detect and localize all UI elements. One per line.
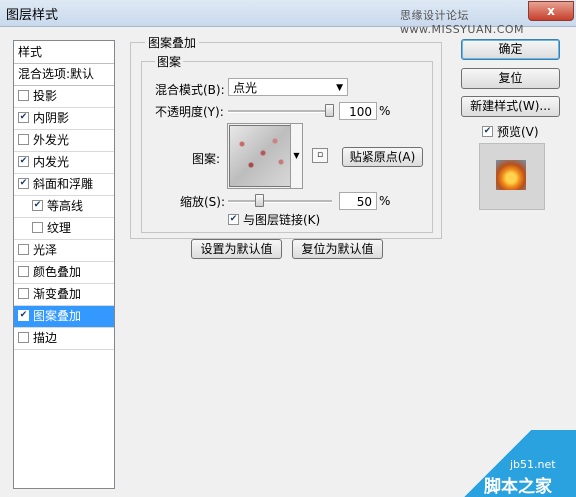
style-item[interactable]: 渐变叠加 <box>14 284 114 306</box>
blend-mode-value: 点光 <box>233 81 258 95</box>
window-title: 图层样式 <box>6 8 59 23</box>
pattern-label: 图案: <box>192 152 221 166</box>
snap-to-origin-button[interactable]: 贴紧原点(A) <box>342 147 423 167</box>
scale-slider-thumb[interactable] <box>255 194 265 207</box>
style-item[interactable]: 光泽 <box>14 240 114 262</box>
ok-label: 确定 <box>498 42 523 56</box>
scale-input[interactable]: 50 <box>339 192 377 210</box>
style-item-label: 等高线 <box>47 199 84 213</box>
new-style-button[interactable]: 新建样式(W)... <box>461 96 560 117</box>
blending-options-item[interactable]: 混合选项:默认 <box>14 64 114 86</box>
scale-slider-track[interactable] <box>228 200 332 203</box>
opacity-slider-thumb[interactable] <box>325 104 334 117</box>
watermark-site: jb51.net <box>510 458 556 471</box>
preview-label: 预览(V) <box>497 125 539 139</box>
preview-thumbnail <box>496 160 526 190</box>
group-title: 图案叠加 <box>145 34 200 51</box>
styles-list: 样式 混合选项:默认 投影内阴影外发光内发光斜面和浮雕等高线纹理光泽颜色叠加渐变… <box>13 40 115 489</box>
reset-to-default-button[interactable]: 复位为默认值 <box>292 239 383 259</box>
style-item[interactable]: 内阴影 <box>14 108 114 130</box>
close-button[interactable]: x <box>528 1 574 21</box>
style-item-label: 外发光 <box>33 133 70 147</box>
link-with-layer-label: 与图层链接(K) <box>243 213 321 227</box>
subgroup-title: 图案 <box>155 53 184 70</box>
style-item-label: 内发光 <box>33 155 70 169</box>
opacity-unit: % <box>379 104 391 118</box>
scale-unit: % <box>379 194 391 208</box>
style-item-checkbox[interactable] <box>18 288 29 299</box>
title-bar: 图层样式 思缘设计论坛 www.MISSYUAN.COM x <box>0 0 576 36</box>
new-preset-icon[interactable]: ▫ <box>312 148 328 163</box>
pattern-swatch[interactable] <box>229 125 291 187</box>
style-item-checkbox[interactable] <box>18 156 29 167</box>
style-item[interactable]: 图案叠加 <box>14 306 114 328</box>
new-style-label: 新建样式(W)... <box>470 99 551 113</box>
style-item[interactable]: 斜面和浮雕 <box>14 174 114 196</box>
pattern-dropdown-icon[interactable]: ▼ <box>290 123 303 189</box>
watermark-name: 脚本之家 <box>484 477 552 497</box>
style-item-checkbox[interactable] <box>18 310 29 321</box>
make-default-button[interactable]: 设置为默认值 <box>191 239 282 259</box>
link-with-layer-checkbox[interactable] <box>228 214 239 225</box>
opacity-slider-track[interactable] <box>228 110 332 113</box>
style-item[interactable]: 等高线 <box>14 196 114 218</box>
style-item-checkbox[interactable] <box>18 90 29 101</box>
make-default-label: 设置为默认值 <box>200 242 273 256</box>
styles-header[interactable]: 样式 <box>14 41 114 64</box>
style-item[interactable]: 外发光 <box>14 130 114 152</box>
chevron-down-icon: ▼ <box>336 83 343 93</box>
style-item[interactable]: 颜色叠加 <box>14 262 114 284</box>
style-item-checkbox[interactable] <box>18 134 29 145</box>
style-item-label: 投影 <box>33 89 58 103</box>
scale-label: 缩放(S): <box>180 195 226 209</box>
reset-label: 复位 <box>498 71 523 85</box>
style-item-label: 斜面和浮雕 <box>33 177 94 191</box>
style-item-checkbox[interactable] <box>18 332 29 343</box>
style-item-label: 纹理 <box>47 221 72 235</box>
style-item-checkbox[interactable] <box>18 244 29 255</box>
opacity-label: 不透明度(Y): <box>155 105 224 119</box>
link-with-layer-option[interactable]: 与图层链接(K) <box>228 211 320 228</box>
style-item-checkbox[interactable] <box>18 178 29 189</box>
ok-button[interactable]: 确定 <box>461 39 560 60</box>
style-item[interactable]: 内发光 <box>14 152 114 174</box>
style-item-label: 描边 <box>33 331 58 345</box>
snap-to-origin-label: 贴紧原点(A) <box>349 150 416 164</box>
blend-mode-select[interactable]: 点光 ▼ <box>228 78 348 96</box>
style-item-label: 内阴影 <box>33 111 70 125</box>
reset-to-default-label: 复位为默认值 <box>301 242 374 256</box>
blend-mode-label: 混合模式(B): <box>155 83 225 97</box>
reset-button[interactable]: 复位 <box>461 68 560 89</box>
style-item[interactable]: 描边 <box>14 328 114 350</box>
preview-option[interactable]: 预览(V) <box>482 123 539 140</box>
style-item-label: 光泽 <box>33 243 58 257</box>
style-item-label: 渐变叠加 <box>33 287 82 301</box>
style-item[interactable]: 纹理 <box>14 218 114 240</box>
style-item-label: 颜色叠加 <box>33 265 82 279</box>
style-item-label: 图案叠加 <box>33 309 82 323</box>
preview-checkbox[interactable] <box>482 126 493 137</box>
style-item-checkbox[interactable] <box>18 266 29 277</box>
style-item-checkbox[interactable] <box>18 112 29 123</box>
style-preview <box>479 143 545 210</box>
style-item[interactable]: 投影 <box>14 86 114 108</box>
style-item-checkbox[interactable] <box>32 222 43 233</box>
style-item-checkbox[interactable] <box>32 200 43 211</box>
opacity-input[interactable]: 100 <box>339 102 377 120</box>
